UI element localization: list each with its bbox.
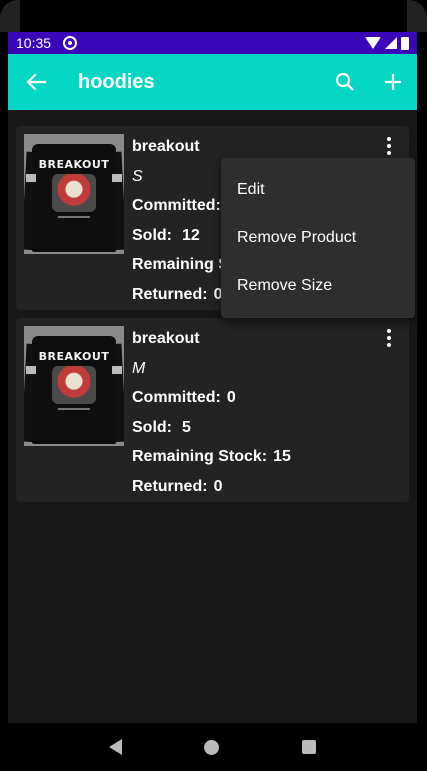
page-title: hoodies <box>78 70 155 93</box>
sleeve-print-left <box>26 366 36 374</box>
remaining-label: Remaining Stock: <box>132 448 268 465</box>
cellular-signal-icon <box>385 37 397 49</box>
shirt-brand-text: BREAKOUT <box>38 158 110 171</box>
add-icon <box>385 74 401 90</box>
sleeve-print-right <box>112 366 122 374</box>
committed-label: Committed: <box>132 197 221 214</box>
search-icon <box>335 72 354 91</box>
returned-row: Returned: 0 <box>132 475 291 505</box>
shirt-brand-text: BREAKOUT <box>38 350 110 363</box>
shirt-tagline <box>58 408 90 410</box>
menu-item-remove-product[interactable]: Remove Product <box>221 214 415 262</box>
kebab-dot <box>387 343 391 347</box>
context-menu: Edit Remove Product Remove Size <box>221 158 415 318</box>
sold-label: Sold: <box>132 418 172 436</box>
kebab-dot <box>387 137 391 141</box>
sold-value: 5 <box>182 418 191 436</box>
more-options-icon[interactable] <box>377 134 401 158</box>
menu-item-remove-size[interactable]: Remove Size <box>221 262 415 310</box>
sold-row: Sold: 12 <box>132 224 235 254</box>
returned-label: Returned: <box>132 285 208 303</box>
remaining-value: 15 <box>273 448 291 465</box>
battery-icon <box>401 36 409 50</box>
product-image: BREAKOUT <box>24 326 124 446</box>
status-icons <box>365 36 409 50</box>
sold-row: Sold: 5 <box>132 416 291 446</box>
kebab-dot <box>387 151 391 155</box>
product-info: breakout S Committed: Sold: 12 Remaining … <box>132 134 235 303</box>
app-bar: hoodies <box>8 54 417 110</box>
system-recents-icon[interactable] <box>301 740 316 754</box>
menu-item-edit[interactable]: Edit <box>221 166 415 214</box>
remaining-row: Remaining Stock: 15 <box>132 445 291 475</box>
committed-row: Committed: 0 <box>132 386 291 416</box>
returned-row: Returned: 0 <box>132 283 235 313</box>
sold-label: Sold: <box>132 226 172 244</box>
more-options-icon[interactable] <box>377 326 401 350</box>
returned-value: 0 <box>213 477 223 495</box>
product-name: breakout <box>132 330 200 347</box>
sync-icon <box>63 36 78 50</box>
sleeve-print-left <box>26 174 36 182</box>
status-time: 10:35 <box>16 35 52 51</box>
committed-label: Committed: <box>132 389 221 406</box>
product-size: M <box>132 359 146 377</box>
app-bar-actions <box>321 54 417 110</box>
add-button[interactable] <box>369 54 417 110</box>
product-size: S <box>132 167 143 185</box>
shirt-tagline <box>58 216 90 218</box>
phone-frame <box>0 0 427 32</box>
wifi-icon <box>365 37 381 49</box>
app-screen: 10:35 hoodies BREAKOUT breakout S Commit… <box>8 32 417 771</box>
sold-value: 12 <box>182 226 200 244</box>
system-home-icon[interactable] <box>204 739 220 755</box>
kebab-dot <box>387 329 391 333</box>
system-nav-bar <box>8 723 417 771</box>
product-card[interactable]: BREAKOUT breakout M Committed: 0 Sold: 5 R… <box>16 318 409 502</box>
shirt-artwork <box>52 174 96 212</box>
committed-value: 0 <box>226 389 236 406</box>
status-bar: 10:35 <box>8 32 417 54</box>
remaining-row: Remaining S <box>132 253 235 283</box>
phone-frame-corner-right <box>407 0 427 32</box>
back-button[interactable] <box>8 54 64 110</box>
phone-frame-corner-left <box>0 0 20 32</box>
shirt-artwork <box>52 366 96 404</box>
kebab-dot <box>387 144 391 148</box>
kebab-dot <box>387 336 391 340</box>
arrow-back-icon <box>26 73 46 91</box>
system-back-icon[interactable] <box>109 739 123 755</box>
product-image: BREAKOUT <box>24 134 124 254</box>
product-name: breakout <box>132 138 200 155</box>
remaining-label: Remaining S <box>132 256 229 273</box>
search-button[interactable] <box>321 54 369 110</box>
sleeve-print-right <box>112 174 122 182</box>
product-info: breakout M Committed: 0 Sold: 5 Remaining … <box>132 326 291 495</box>
committed-row: Committed: <box>132 194 235 224</box>
returned-label: Returned: <box>132 477 208 495</box>
